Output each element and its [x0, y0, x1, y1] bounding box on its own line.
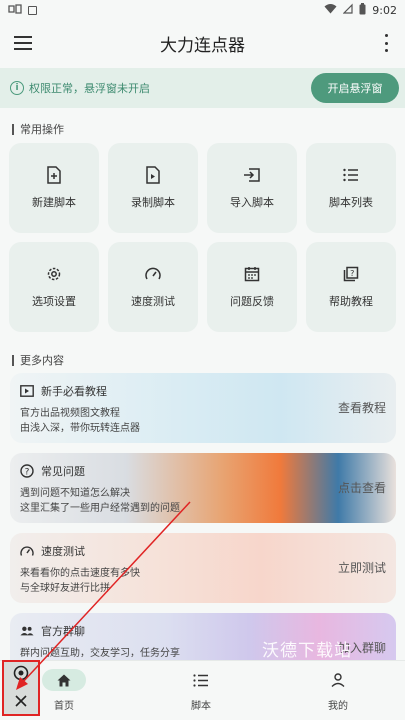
tile-settings[interactable]: 选项设置	[9, 242, 99, 332]
tile-record-script[interactable]: 录制脚本	[108, 143, 198, 233]
person-icon	[316, 669, 360, 691]
notice-text: 权限正常，悬浮窗未开启	[29, 82, 150, 95]
section-common-title: 常用操作	[12, 121, 64, 137]
card-title: 官方群聊	[41, 625, 85, 638]
watermark-text: 沃德下载站	[262, 641, 352, 661]
home-icon	[42, 669, 86, 691]
nav-label: 我的	[328, 701, 348, 712]
card-action[interactable]: 查看教程	[338, 399, 386, 416]
speedometer-icon	[144, 265, 162, 283]
nav-mine[interactable]: 我的	[298, 669, 378, 712]
close-icon[interactable]	[15, 692, 27, 711]
info-icon: i	[10, 81, 24, 95]
card-faq[interactable]: ? 常见问题 遇到问题不知道怎么解决 这里汇集了一些用户经常遇到的问题 点击查看	[10, 453, 396, 523]
help-icon: ?	[342, 265, 360, 283]
calendar-icon	[243, 265, 261, 283]
more-options-icon[interactable]	[383, 34, 389, 52]
card-description: 群内问题互助，交友学习，任务分享	[20, 646, 290, 661]
group-icon	[20, 625, 34, 637]
app-notification-icon	[28, 5, 37, 15]
card-desc-line: 由浅入深，带你玩转连点器	[20, 423, 140, 434]
svg-text:?: ?	[25, 467, 30, 477]
tile-feedback[interactable]: 问题反馈	[207, 242, 297, 332]
tile-import-script[interactable]: 导入脚本	[207, 143, 297, 233]
import-icon	[243, 166, 261, 184]
card-desc-line: 来看看你的点击速度有多快	[20, 568, 140, 579]
tile-label: 帮助教程	[329, 295, 373, 308]
target-icon[interactable]	[13, 665, 29, 685]
clock-text: 9:02	[372, 3, 397, 17]
nav-label: 脚本	[191, 701, 211, 712]
gear-icon	[45, 265, 63, 283]
list-icon	[342, 166, 360, 184]
card-beginner-tutorial[interactable]: 新手必看教程 官方出品视频图文教程 由浅入深，带你玩转连点器 查看教程	[10, 373, 396, 443]
notification-icon	[8, 3, 22, 18]
tile-label: 导入脚本	[230, 196, 274, 209]
card-title: 速度测试	[41, 545, 85, 558]
tile-speed-test[interactable]: 速度测试	[108, 242, 198, 332]
card-desc-line: 这里汇集了一些用户经常遇到的问题	[20, 503, 180, 514]
card-description: 来看看你的点击速度有多快 与全球好友进行比拼	[20, 566, 290, 596]
new-file-icon	[45, 166, 63, 184]
page-title: 大力连点器	[160, 35, 245, 56]
card-desc-line: 与全球好友进行比拼	[20, 583, 110, 594]
tile-label: 选项设置	[32, 295, 76, 308]
app-bar: 大力连点器	[0, 20, 405, 66]
tile-help[interactable]: ? 帮助教程	[306, 242, 396, 332]
tile-label: 新建脚本	[32, 196, 76, 209]
permission-notice: i 权限正常，悬浮窗未开启 开启悬浮窗	[0, 68, 405, 108]
menu-icon[interactable]	[14, 33, 32, 53]
card-action[interactable]: 立即测试	[338, 559, 386, 576]
wifi-icon	[324, 3, 337, 17]
signal-icon	[342, 3, 353, 17]
card-desc-line: 遇到问题不知道怎么解决	[20, 488, 130, 499]
speedometer-icon	[20, 545, 34, 557]
card-action[interactable]: 点击查看	[338, 479, 386, 496]
list-icon	[179, 669, 223, 691]
nav-scripts[interactable]: 脚本	[161, 669, 241, 712]
battery-icon	[359, 2, 366, 18]
section-more-title: 更多内容	[12, 352, 64, 368]
tile-label: 录制脚本	[131, 196, 175, 209]
open-float-window-button[interactable]: 开启悬浮窗	[311, 73, 399, 103]
card-speed-test[interactable]: 速度测试 来看看你的点击速度有多快 与全球好友进行比拼 立即测试	[10, 533, 396, 603]
tile-new-script[interactable]: 新建脚本	[9, 143, 99, 233]
tile-label: 速度测试	[131, 295, 175, 308]
card-description: 遇到问题不知道怎么解决 这里汇集了一些用户经常遇到的问题	[20, 486, 290, 516]
status-bar: 9:02	[0, 0, 405, 20]
card-title: 新手必看教程	[41, 385, 107, 398]
tile-label: 问题反馈	[230, 295, 274, 308]
card-description: 官方出品视频图文教程 由浅入深，带你玩转连点器	[20, 406, 290, 436]
bottom-navigation: 首页 脚本 我的	[0, 660, 405, 720]
tile-script-list[interactable]: 脚本列表	[306, 143, 396, 233]
record-file-icon	[144, 166, 162, 184]
nav-label: 首页	[54, 701, 74, 712]
card-desc-line: 官方出品视频图文教程	[20, 408, 120, 419]
question-icon: ?	[20, 464, 34, 478]
video-icon	[20, 385, 34, 397]
card-title: 常见问题	[41, 465, 85, 478]
card-desc-line: 群内问题互助，交友学习，任务分享	[20, 648, 180, 659]
svg-text:?: ?	[350, 269, 354, 278]
floating-control-window[interactable]	[2, 660, 40, 716]
tile-label: 脚本列表	[329, 196, 373, 209]
